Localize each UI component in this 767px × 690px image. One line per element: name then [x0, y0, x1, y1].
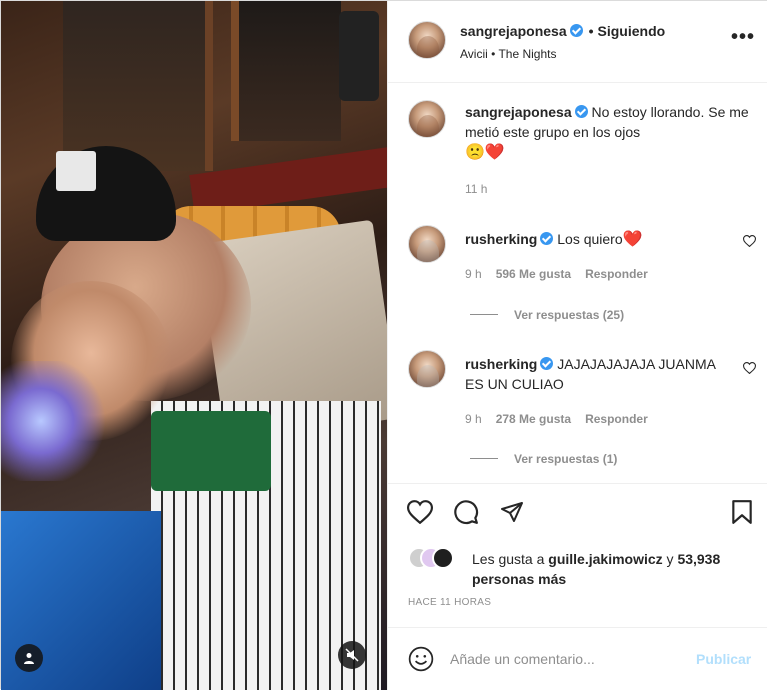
- post-header: sangrejaponesa • Siguiendo Avicii • The Ni…: [388, 1, 767, 83]
- commenter-avatar[interactable]: [408, 350, 446, 388]
- post-video[interactable]: [1, 1, 387, 690]
- view-replies-button[interactable]: Ver respuestas (25): [470, 308, 624, 322]
- background-shelf: [189, 147, 387, 215]
- user-tag-button[interactable]: [15, 644, 43, 672]
- post-timestamp[interactable]: HACE 11 HORAS: [408, 597, 491, 608]
- post-details-panel: sangrejaponesa • Siguiendo Avicii • The Ni…: [387, 1, 767, 690]
- comment-username[interactable]: rusherking: [465, 356, 537, 372]
- like-button[interactable]: [406, 498, 434, 526]
- comment-like-icon[interactable]: [743, 362, 756, 374]
- commenter-avatar[interactable]: [408, 225, 446, 263]
- verified-icon: [540, 357, 554, 370]
- author-avatar[interactable]: [408, 21, 446, 59]
- comment-like-icon[interactable]: [743, 235, 756, 247]
- comment-icon: [454, 500, 479, 525]
- likes-prefix: Les gusta a: [472, 551, 545, 567]
- user-tag-icon: [24, 653, 34, 664]
- smile-icon[interactable]: [408, 646, 434, 672]
- caption-time[interactable]: 11 h: [465, 182, 487, 196]
- comment-time[interactable]: 9 h: [465, 267, 482, 281]
- caption-username[interactable]: sangrejaponesa: [465, 104, 572, 120]
- author-username[interactable]: sangrejaponesa: [460, 23, 567, 39]
- share-icon: [501, 502, 523, 522]
- heart-icon: [407, 500, 433, 524]
- verified-icon: [569, 24, 583, 37]
- post-frame: sangrejaponesa • Siguiendo Avicii • The Ni…: [0, 0, 767, 690]
- add-comment-bar: Publicar: [388, 627, 767, 690]
- caption-emojis: 🙁❤️: [465, 144, 505, 161]
- green-jersey: [151, 411, 271, 491]
- view-replies-label: Ver respuestas (25): [514, 308, 625, 322]
- likes-text: Les gusta a guille.jakimowicz y 53,938 p…: [472, 549, 762, 589]
- lens-flare: [1, 361, 111, 481]
- reply-button[interactable]: Responder: [585, 412, 648, 426]
- author-line: sangrejaponesa • Siguiendo: [460, 23, 665, 39]
- comment-meta: 9 h 596 Me gusta Responder: [465, 267, 662, 281]
- comment-button[interactable]: [452, 498, 480, 526]
- verified-icon: [574, 105, 588, 118]
- mute-button[interactable]: [338, 641, 366, 669]
- comment-text: rusherking Los quiero❤️: [465, 229, 720, 250]
- caption-text: sangrejaponesa No estoy llorando. Se me …: [465, 102, 755, 163]
- background-window: [63, 1, 213, 171]
- comment-meta: 9 h 278 Me gusta Responder: [465, 412, 662, 426]
- view-replies-button[interactable]: Ver respuestas (1): [470, 452, 617, 466]
- comment-time[interactable]: 9 h: [465, 412, 482, 426]
- reply-button[interactable]: Responder: [585, 267, 648, 281]
- comment-likes[interactable]: 596 Me gusta: [496, 267, 571, 281]
- mute-icon: [345, 648, 359, 662]
- cap-logo: [56, 151, 96, 191]
- more-options-icon[interactable]: •••: [731, 27, 755, 47]
- replies-line: [470, 458, 498, 459]
- likes-conj: y: [666, 551, 674, 567]
- comment-text: rusherking JAJAJAJAJAJA JUANMA ES UN CUL…: [465, 354, 720, 394]
- replies-line: [470, 314, 498, 315]
- separator-dot: •: [588, 23, 594, 39]
- comment-emoji: ❤️: [622, 231, 643, 248]
- comment-username[interactable]: rusherking: [465, 231, 537, 247]
- phone-in-hand: [339, 11, 379, 101]
- save-button[interactable]: [728, 498, 756, 526]
- publish-button[interactable]: Publicar: [696, 651, 751, 667]
- comment-body: Los quiero: [557, 231, 623, 247]
- liker-avatar: [432, 547, 454, 569]
- comment-likes[interactable]: 278 Me gusta: [496, 412, 571, 426]
- follow-button[interactable]: Siguiendo: [598, 23, 666, 39]
- view-replies-label: Ver respuestas (1): [514, 452, 618, 466]
- audio-track[interactable]: Avicii • The Nights: [460, 47, 556, 61]
- verified-icon: [540, 232, 554, 245]
- share-button[interactable]: [498, 498, 526, 526]
- background-window: [231, 1, 341, 141]
- caption-avatar[interactable]: [408, 100, 446, 138]
- bookmark-icon: [732, 500, 752, 524]
- post-actions: [388, 483, 767, 543]
- comment-input[interactable]: [450, 648, 680, 670]
- liker-username[interactable]: guille.jakimowicz: [548, 551, 662, 567]
- liker-avatars[interactable]: [408, 547, 468, 569]
